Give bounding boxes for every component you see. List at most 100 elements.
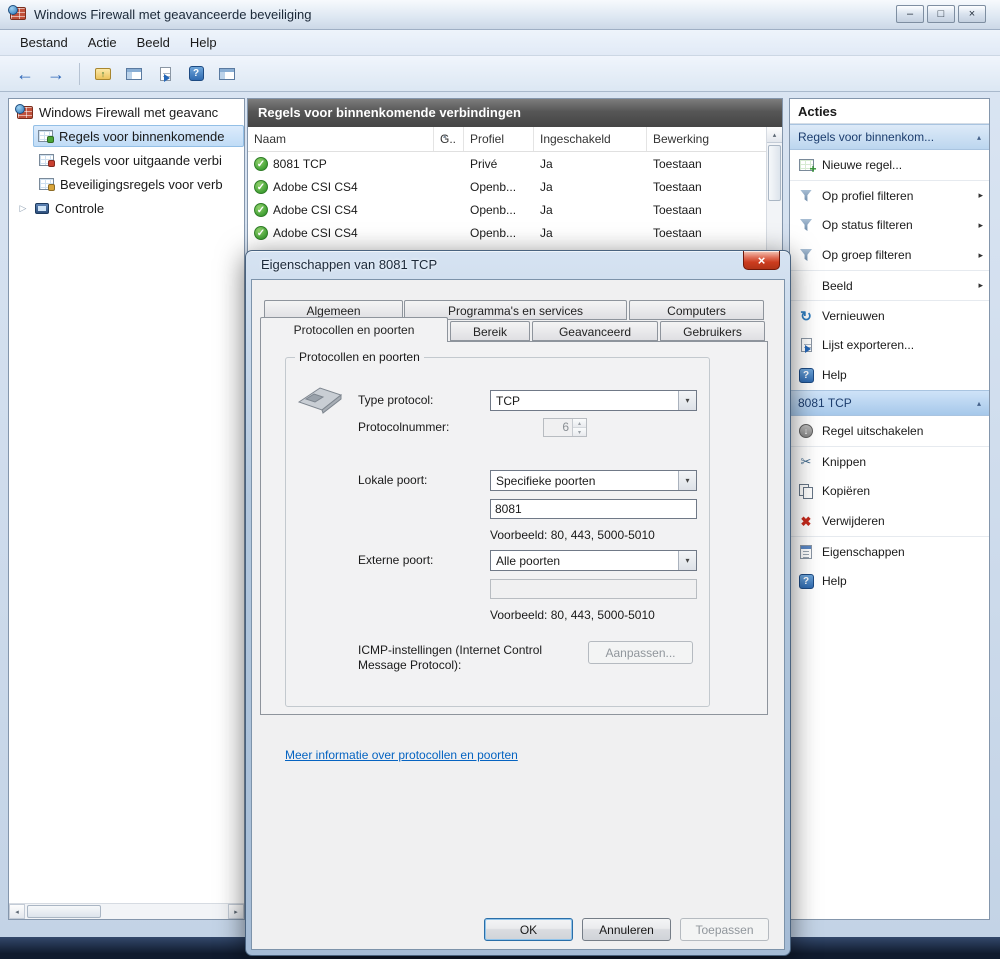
new-rule-icon <box>798 159 817 176</box>
panes-icon <box>219 67 235 80</box>
action-filter-status[interactable]: Op status filteren ▸ <box>790 210 989 240</box>
tree-item-outbound-rules[interactable]: Regels voor uitgaande verbi <box>9 149 244 171</box>
firewall-icon <box>15 103 33 119</box>
menu-actie[interactable]: Actie <box>78 31 127 55</box>
local-port-select[interactable]: Specifieke poorten ▾ <box>490 470 697 491</box>
type-protocol-label: Type protocol: <box>358 393 434 407</box>
window-title: Windows Firewall met geavanceerde beveil… <box>34 7 312 22</box>
type-protocol-select[interactable]: TCP ▾ <box>490 390 697 411</box>
column-naam[interactable]: Naam <box>248 127 434 151</box>
collapse-arrow-icon: ▴ <box>976 398 981 408</box>
minimize-button[interactable]: – <box>896 5 924 23</box>
local-port-input[interactable] <box>490 499 697 519</box>
column-ingeschakeld[interactable]: Ingeschakeld <box>534 127 647 151</box>
column-bewerking[interactable]: Bewerking <box>647 127 782 151</box>
cancel-button[interactable]: Annuleren <box>582 918 671 941</box>
type-protocol-value: TCP <box>496 393 520 408</box>
scroll-up-icon[interactable]: ▴ <box>767 127 782 143</box>
scrollbar-thumb[interactable] <box>768 145 781 201</box>
help-icon: ? <box>798 573 814 589</box>
action-delete[interactable]: ✖ Verwijderen <box>790 506 989 536</box>
action-cut[interactable]: ✂ Knippen <box>790 446 989 476</box>
action-help-rule[interactable]: ? Help <box>790 566 989 596</box>
tree-horizontal-scrollbar[interactable]: ◂ ▸ <box>9 903 244 919</box>
monitoring-icon <box>35 202 49 214</box>
more-info-link[interactable]: Meer informatie over protocollen en poor… <box>285 748 518 762</box>
back-button[interactable]: ← <box>12 61 38 87</box>
chevron-down-icon: ▾ <box>678 471 696 490</box>
forward-arrow-icon: → <box>47 63 65 84</box>
scroll-left-icon[interactable]: ◂ <box>9 904 25 919</box>
collapse-arrow-icon: ▴ <box>976 132 981 142</box>
export-list-icon <box>159 66 171 82</box>
actions-section-rule-header[interactable]: 8081 TCP ▴ <box>790 390 989 416</box>
close-button[interactable]: × <box>958 5 986 23</box>
spin-down-icon: ▾ <box>573 427 586 436</box>
action-copy[interactable]: Kopiëren <box>790 476 989 506</box>
expand-arrow-icon[interactable]: ▷ <box>17 203 29 214</box>
action-filter-group[interactable]: Op groep filteren ▸ <box>790 240 989 270</box>
tab-gebruikers[interactable]: Gebruikers <box>660 321 765 341</box>
export-list-button[interactable] <box>152 61 178 87</box>
help-button[interactable]: ? <box>183 61 209 87</box>
up-one-level-button[interactable]: ↑ <box>90 61 116 87</box>
scroll-right-icon[interactable]: ▸ <box>228 904 244 919</box>
action-refresh[interactable]: ↻ Vernieuwen <box>790 300 989 330</box>
table-row[interactable]: ✓ Adobe CSI CS4 Openb... Ja Toestaan <box>248 221 782 244</box>
action-filter-profile[interactable]: Op profiel filteren ▸ <box>790 180 989 210</box>
remote-port-select[interactable]: Alle poorten ▾ <box>490 550 697 571</box>
tree-item-label: Controle <box>55 200 105 216</box>
protocol-hardware-icon <box>297 387 343 414</box>
column-profiel[interactable]: Profiel <box>464 127 534 151</box>
menu-bestand[interactable]: Bestand <box>10 31 78 55</box>
actions-pane: Acties Regels voor binnenkom... ▴ Nieuwe… <box>789 98 990 920</box>
action-disable-rule[interactable]: ↓ Regel uitschakelen <box>790 416 989 446</box>
table-row[interactable]: ✓ Adobe CSI CS4 Openb... Ja Toestaan <box>248 198 782 221</box>
table-row[interactable]: ✓ 8081 TCP Privé Ja Toestaan <box>248 152 782 175</box>
chevron-down-icon: ▾ <box>678 551 696 570</box>
submenu-arrow-icon: ▸ <box>978 249 983 260</box>
action-help[interactable]: ? Help <box>790 360 989 390</box>
console-tree-icon <box>126 67 142 80</box>
column-groep[interactable]: ▴ G.. <box>434 127 464 151</box>
menu-beeld[interactable]: Beeld <box>127 31 180 55</box>
tab-bereik[interactable]: Bereik <box>450 321 530 341</box>
tree-item-inbound-rules[interactable]: Regels voor binnenkomende <box>33 125 244 147</box>
tree-item-monitoring[interactable]: ▷ Controle <box>9 197 244 219</box>
icmp-settings-label: ICMP-instellingen (Internet Control Mess… <box>358 643 543 672</box>
action-new-rule[interactable]: Nieuwe regel... <box>790 150 989 180</box>
toolbar: ← → ↑ ? <box>0 56 1000 92</box>
local-port-example: Voorbeeld: 80, 443, 5000-5010 <box>490 528 655 542</box>
security-rules-icon <box>39 178 55 191</box>
submenu-arrow-icon: ▸ <box>978 190 983 200</box>
allow-check-icon: ✓ <box>254 202 268 217</box>
protocol-number-label: Protocolnummer: <box>358 420 450 434</box>
action-export-list[interactable]: Lijst exporteren... <box>790 330 989 360</box>
tab-geavanceerd[interactable]: Geavanceerd <box>532 321 658 341</box>
actions-section-inbound-header[interactable]: Regels voor binnenkom... ▴ <box>790 124 989 150</box>
filter-icon <box>800 249 812 261</box>
panes-button[interactable] <box>214 61 240 87</box>
dialog-title: Eigenschappen van 8081 TCP <box>261 257 438 272</box>
tree-item-security-rules[interactable]: Beveiligingsregels voor verb <box>9 173 244 195</box>
ok-button[interactable]: OK <box>484 918 573 941</box>
spin-up-icon: ▴ <box>573 419 586 427</box>
maximize-button[interactable]: □ <box>927 5 955 23</box>
spinner-buttons: ▴ ▾ <box>572 419 586 436</box>
menu-help[interactable]: Help <box>180 31 227 55</box>
delete-icon: ✖ <box>800 513 812 529</box>
console-tree-toggle-button[interactable] <box>121 61 147 87</box>
tab-computers[interactable]: Computers <box>629 300 764 320</box>
forward-button[interactable]: → <box>43 61 69 87</box>
rule-name: Adobe CSI CS4 <box>273 225 358 240</box>
tree-root-firewall[interactable]: Windows Firewall met geavanc <box>9 101 244 123</box>
back-arrow-icon: ← <box>16 63 34 84</box>
sort-icon: ▴ <box>443 133 447 140</box>
tab-protocollen-en-poorten[interactable]: Protocollen en poorten <box>260 317 448 342</box>
action-properties[interactable]: Eigenschappen <box>790 536 989 566</box>
action-view[interactable]: Beeld ▸ <box>790 270 989 300</box>
local-port-label: Lokale poort: <box>358 473 428 487</box>
dialog-close-button[interactable]: × <box>743 251 780 270</box>
scrollbar-thumb[interactable] <box>27 905 101 918</box>
table-row[interactable]: ✓ Adobe CSI CS4 Openb... Ja Toestaan <box>248 175 782 198</box>
